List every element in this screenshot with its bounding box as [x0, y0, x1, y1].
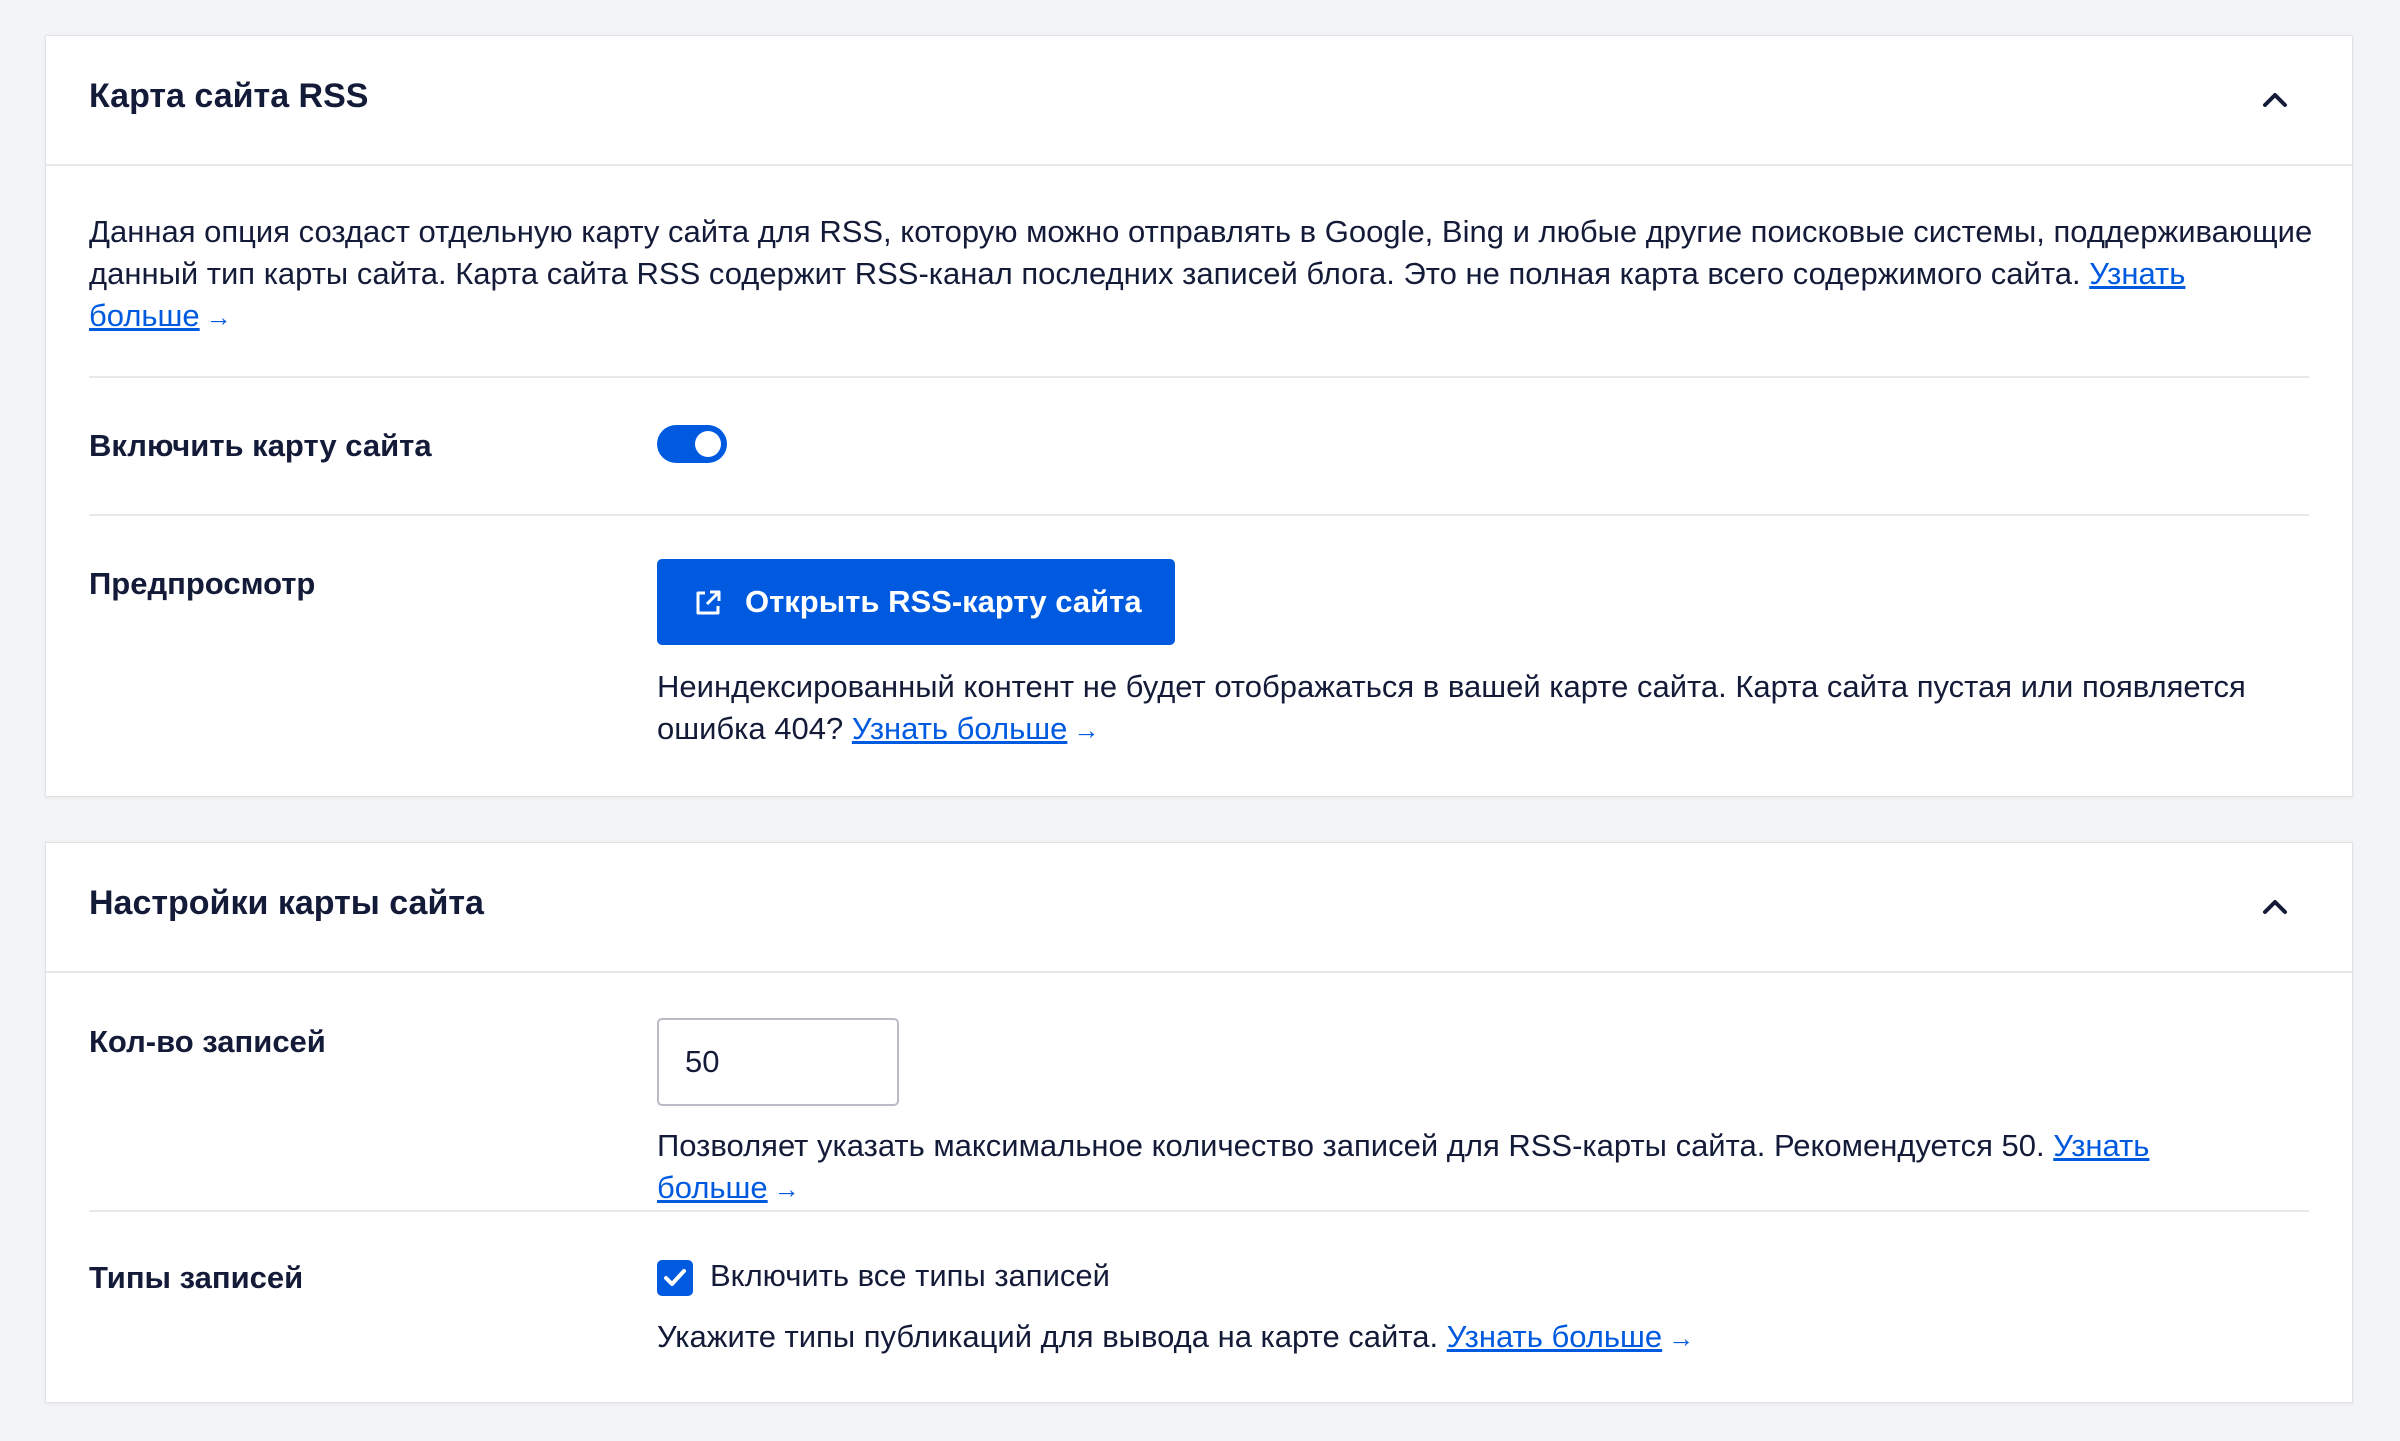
- preview-help: Неиндексированный контент не будет отобр…: [657, 666, 2297, 751]
- rss-description: Данная опция создаст отдельную карту сай…: [89, 211, 2319, 338]
- include-all-post-types-checkbox[interactable]: [657, 1260, 693, 1296]
- panel-title: Карта сайта RSS: [89, 77, 369, 115]
- include-all-post-types-label[interactable]: Включить все типы записей: [710, 1256, 1110, 1296]
- post-types-label: Типы записей: [89, 1260, 304, 1295]
- enable-sitemap-toggle[interactable]: [657, 425, 727, 463]
- external-link-icon: [696, 590, 721, 615]
- post-count-help-text: Позволяет указать максимальное количеств…: [657, 1128, 2045, 1163]
- learn-more-link[interactable]: Узнать больше: [1447, 1319, 1662, 1354]
- preview-label: Предпросмотр: [89, 566, 316, 601]
- divider: [89, 376, 2309, 378]
- rss-description-text: Данная опция создаст отдельную карту сай…: [89, 214, 2313, 291]
- chevron-up-icon: [2263, 900, 2287, 914]
- toggle-knob: [695, 431, 721, 457]
- arrow-right-icon: →: [205, 302, 232, 332]
- post-count-help: Позволяет указать максимальное количеств…: [657, 1125, 2297, 1210]
- post-types-help-text: Укажите типы публикаций для вывода на ка…: [657, 1319, 1439, 1354]
- arrow-right-icon: →: [773, 1174, 800, 1204]
- sitemap-settings-panel-header: Настройки карты сайта: [46, 843, 2352, 973]
- divider: [89, 514, 2309, 516]
- arrow-right-icon: →: [1668, 1323, 1695, 1353]
- collapse-button[interactable]: [2253, 885, 2297, 929]
- arrow-right-icon: →: [1073, 715, 1100, 745]
- collapse-button[interactable]: [2253, 78, 2297, 122]
- post-types-help: Укажите типы публикаций для вывода на ка…: [657, 1316, 2297, 1359]
- open-rss-sitemap-button[interactable]: Открыть RSS-карту сайта: [657, 559, 1175, 645]
- enable-sitemap-label: Включить карту сайта: [89, 428, 432, 463]
- chevron-up-icon: [2263, 93, 2287, 107]
- panel-title: Настройки карты сайта: [89, 884, 484, 922]
- learn-more-link[interactable]: Узнать больше: [852, 711, 1067, 746]
- post-count-input[interactable]: [657, 1018, 899, 1106]
- post-count-label: Кол-во записей: [89, 1024, 326, 1059]
- open-rss-sitemap-button-label: Открыть RSS-карту сайта: [745, 584, 1142, 619]
- rss-sitemap-panel-header: Карта сайта RSS: [46, 36, 2352, 166]
- check-icon: [664, 1269, 686, 1286]
- rss-sitemap-panel: Карта сайта RSS Данная опция создаст отд…: [45, 35, 2353, 797]
- sitemap-settings-panel: Настройки карты сайта Кол-во записей Поз…: [45, 842, 2353, 1403]
- divider: [89, 1210, 2309, 1212]
